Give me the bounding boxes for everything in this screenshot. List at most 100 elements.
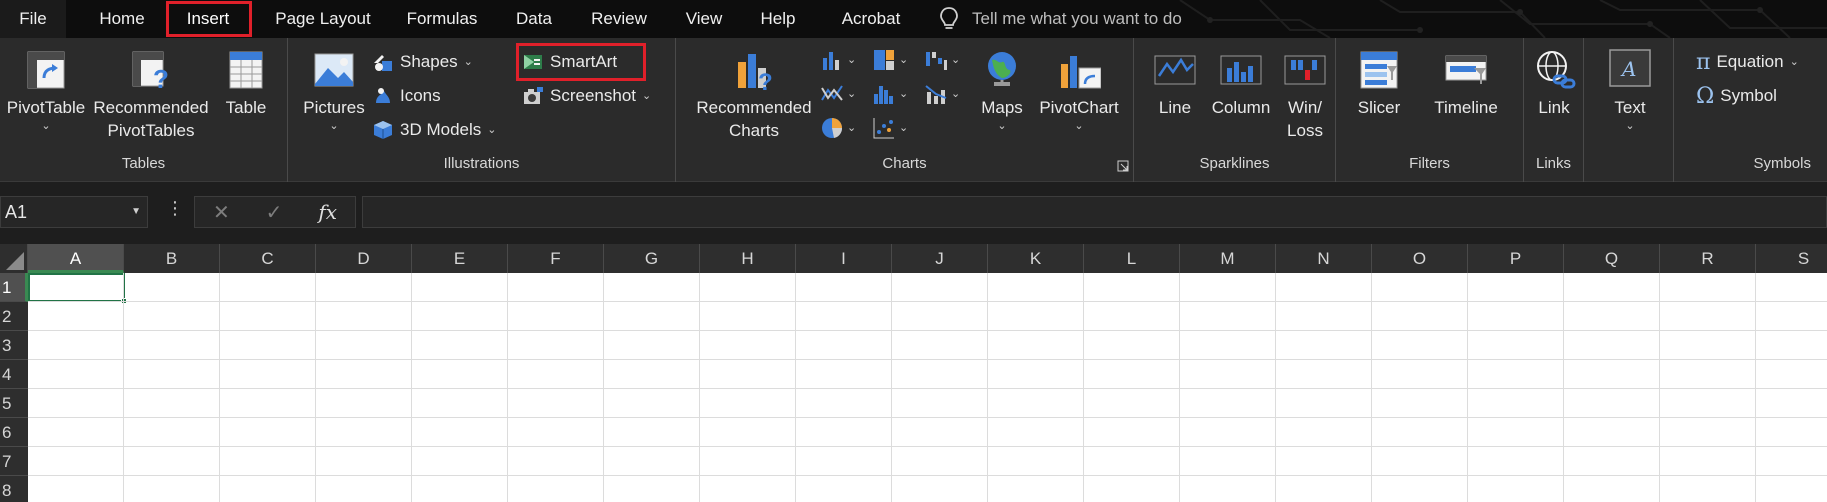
pie-chart-icon <box>822 118 843 138</box>
column-header-i[interactable]: I <box>796 244 892 273</box>
sparkline-column-button[interactable]: Column <box>1208 48 1274 119</box>
column-header-n[interactable]: N <box>1276 244 1372 273</box>
enter-icon[interactable]: ✓ <box>266 200 283 225</box>
chevron-down-icon: ⌄ <box>1625 120 1635 132</box>
chevron-down-icon: ⌄ <box>329 120 339 132</box>
tab-file[interactable]: File <box>0 0 66 38</box>
pivotchart-button[interactable]: PivotChart ⌄ <box>1034 48 1124 133</box>
sparkline-winloss-label-2: Loss <box>1287 121 1323 140</box>
column-header-f[interactable]: F <box>508 244 604 273</box>
group-filters: Slicer Timeline Filters <box>1336 38 1524 182</box>
column-chart-button[interactable]: ⌄ <box>820 46 856 74</box>
sparkline-winloss-button[interactable]: Win/ Loss <box>1280 48 1330 142</box>
hierarchy-chart-button[interactable]: ⌄ <box>872 46 908 74</box>
column-header-a[interactable]: A <box>28 244 124 273</box>
ribbon-insert: PivotTable ⌄ ? Recommended PivotTables T… <box>0 38 1827 182</box>
column-header-k[interactable]: K <box>988 244 1084 273</box>
tab-insert[interactable]: Insert <box>168 0 248 38</box>
sparkline-line-button[interactable]: Line <box>1148 48 1202 119</box>
column-header-p[interactable]: P <box>1468 244 1564 273</box>
waterfall-chart-button[interactable]: ⌄ <box>924 46 960 74</box>
column-header-r[interactable]: R <box>1660 244 1756 273</box>
name-box[interactable]: A1 ▼ <box>0 196 148 228</box>
pivotchart-label: PivotChart <box>1039 98 1119 117</box>
tab-help[interactable]: Help <box>750 0 806 38</box>
chevron-down-icon[interactable]: ▼ <box>131 197 141 227</box>
row-header-1[interactable]: 1 <box>0 273 28 302</box>
active-cell-a1[interactable] <box>28 273 127 304</box>
column-header-l[interactable]: L <box>1084 244 1180 273</box>
group-label-filters: Filters <box>1409 155 1450 172</box>
maps-button[interactable]: Maps ⌄ <box>974 48 1030 133</box>
table-icon <box>229 51 263 89</box>
pie-chart-button[interactable]: ⌄ <box>820 114 856 142</box>
pivottable-label: PivotTable <box>6 98 86 117</box>
row-header-7[interactable]: 7 <box>0 447 28 476</box>
column-header-q[interactable]: Q <box>1564 244 1660 273</box>
cancel-icon[interactable]: ✕ <box>213 200 230 225</box>
row-header-2[interactable]: 2 <box>0 302 28 331</box>
column-header-d[interactable]: D <box>316 244 412 273</box>
group-sparklines: Line Column Win/ Loss Sparklines <box>1134 38 1336 182</box>
text-button[interactable]: A Text ⌄ <box>1600 48 1660 133</box>
screenshot-button[interactable]: Screenshot ⌄ <box>522 82 651 110</box>
column-header-c[interactable]: C <box>220 244 316 273</box>
table-button[interactable]: Table <box>216 48 276 119</box>
column-header-s[interactable]: S <box>1756 244 1827 273</box>
line-chart-button[interactable]: ⌄ <box>820 80 856 108</box>
sparkline-line-label: Line <box>1158 98 1192 117</box>
recommended-pivottables-button[interactable]: ? Recommended PivotTables <box>90 48 212 142</box>
icons-button[interactable]: Icons <box>372 82 441 110</box>
line-chart-icon <box>821 85 843 101</box>
cell-area[interactable] <box>28 273 1827 502</box>
chevron-down-icon: ⌄ <box>1074 120 1084 132</box>
column-header-m[interactable]: M <box>1180 244 1276 273</box>
slicer-button[interactable]: Slicer <box>1346 48 1412 119</box>
insert-function-icon[interactable]: fx <box>318 200 337 224</box>
recommended-charts-button[interactable]: ? Recommended Charts <box>692 48 816 142</box>
tab-review[interactable]: Review <box>580 0 658 38</box>
column-header-h[interactable]: H <box>700 244 796 273</box>
column-header-b[interactable]: B <box>124 244 220 273</box>
combo-chart-button[interactable]: ⌄ <box>924 80 960 108</box>
group-charts: ? Recommended Charts ⌄ ⌄ ⌄ ⌄ ⌄ ⌄ ⌄ ⌄ Map… <box>676 38 1134 182</box>
timeline-button[interactable]: Timeline <box>1420 48 1512 119</box>
pivottable-button[interactable]: PivotTable ⌄ <box>4 48 88 133</box>
select-all-corner[interactable] <box>0 244 28 273</box>
tab-view[interactable]: View <box>678 0 730 38</box>
column-header-e[interactable]: E <box>412 244 508 273</box>
symbol-button[interactable]: Ω Symbol <box>1696 82 1777 110</box>
tab-formulas[interactable]: Formulas <box>396 0 488 38</box>
row-header-4[interactable]: 4 <box>0 360 28 389</box>
3d-models-button[interactable]: 3D Models ⌄ <box>372 116 496 144</box>
row-header-6[interactable]: 6 <box>0 418 28 447</box>
row-header-8[interactable]: 8 <box>0 476 28 502</box>
3d-models-label: 3D Models <box>400 120 482 139</box>
tab-acrobat[interactable]: Acrobat <box>830 0 912 38</box>
column-header-o[interactable]: O <box>1372 244 1468 273</box>
group-label-sparklines: Sparklines <box>1199 155 1270 172</box>
pictures-button[interactable]: Pictures ⌄ <box>302 48 366 133</box>
scatter-chart-button[interactable]: ⌄ <box>872 114 908 142</box>
statistic-chart-button[interactable]: ⌄ <box>872 80 908 108</box>
smartart-button[interactable]: SmartArt <box>522 48 617 76</box>
row-header-5[interactable]: 5 <box>0 389 28 418</box>
row-header-3[interactable]: 3 <box>0 331 28 360</box>
tab-home[interactable]: Home <box>86 0 158 38</box>
more-options-icon[interactable]: ⋮ <box>166 198 184 219</box>
tell-me-search[interactable]: Tell me what you want to do <box>938 0 1182 38</box>
group-text: A Text ⌄ <box>1584 38 1674 182</box>
slicer-label: Slicer <box>1357 98 1401 117</box>
shapes-button[interactable]: Shapes ⌄ <box>372 48 473 76</box>
chevron-down-icon: ⌄ <box>847 88 857 100</box>
column-header-g[interactable]: G <box>604 244 700 273</box>
tab-page-layout[interactable]: Page Layout <box>262 0 384 38</box>
recommended-pivottables-icon: ? <box>132 51 169 92</box>
equation-button[interactable]: π Equation ⌄ <box>1696 48 1799 76</box>
column-header-j[interactable]: J <box>892 244 988 273</box>
row-gridline <box>28 417 1827 418</box>
formula-input[interactable] <box>362 196 1827 228</box>
row-gridline <box>28 359 1827 360</box>
link-button[interactable]: Link <box>1528 48 1580 119</box>
tab-data[interactable]: Data <box>508 0 560 38</box>
